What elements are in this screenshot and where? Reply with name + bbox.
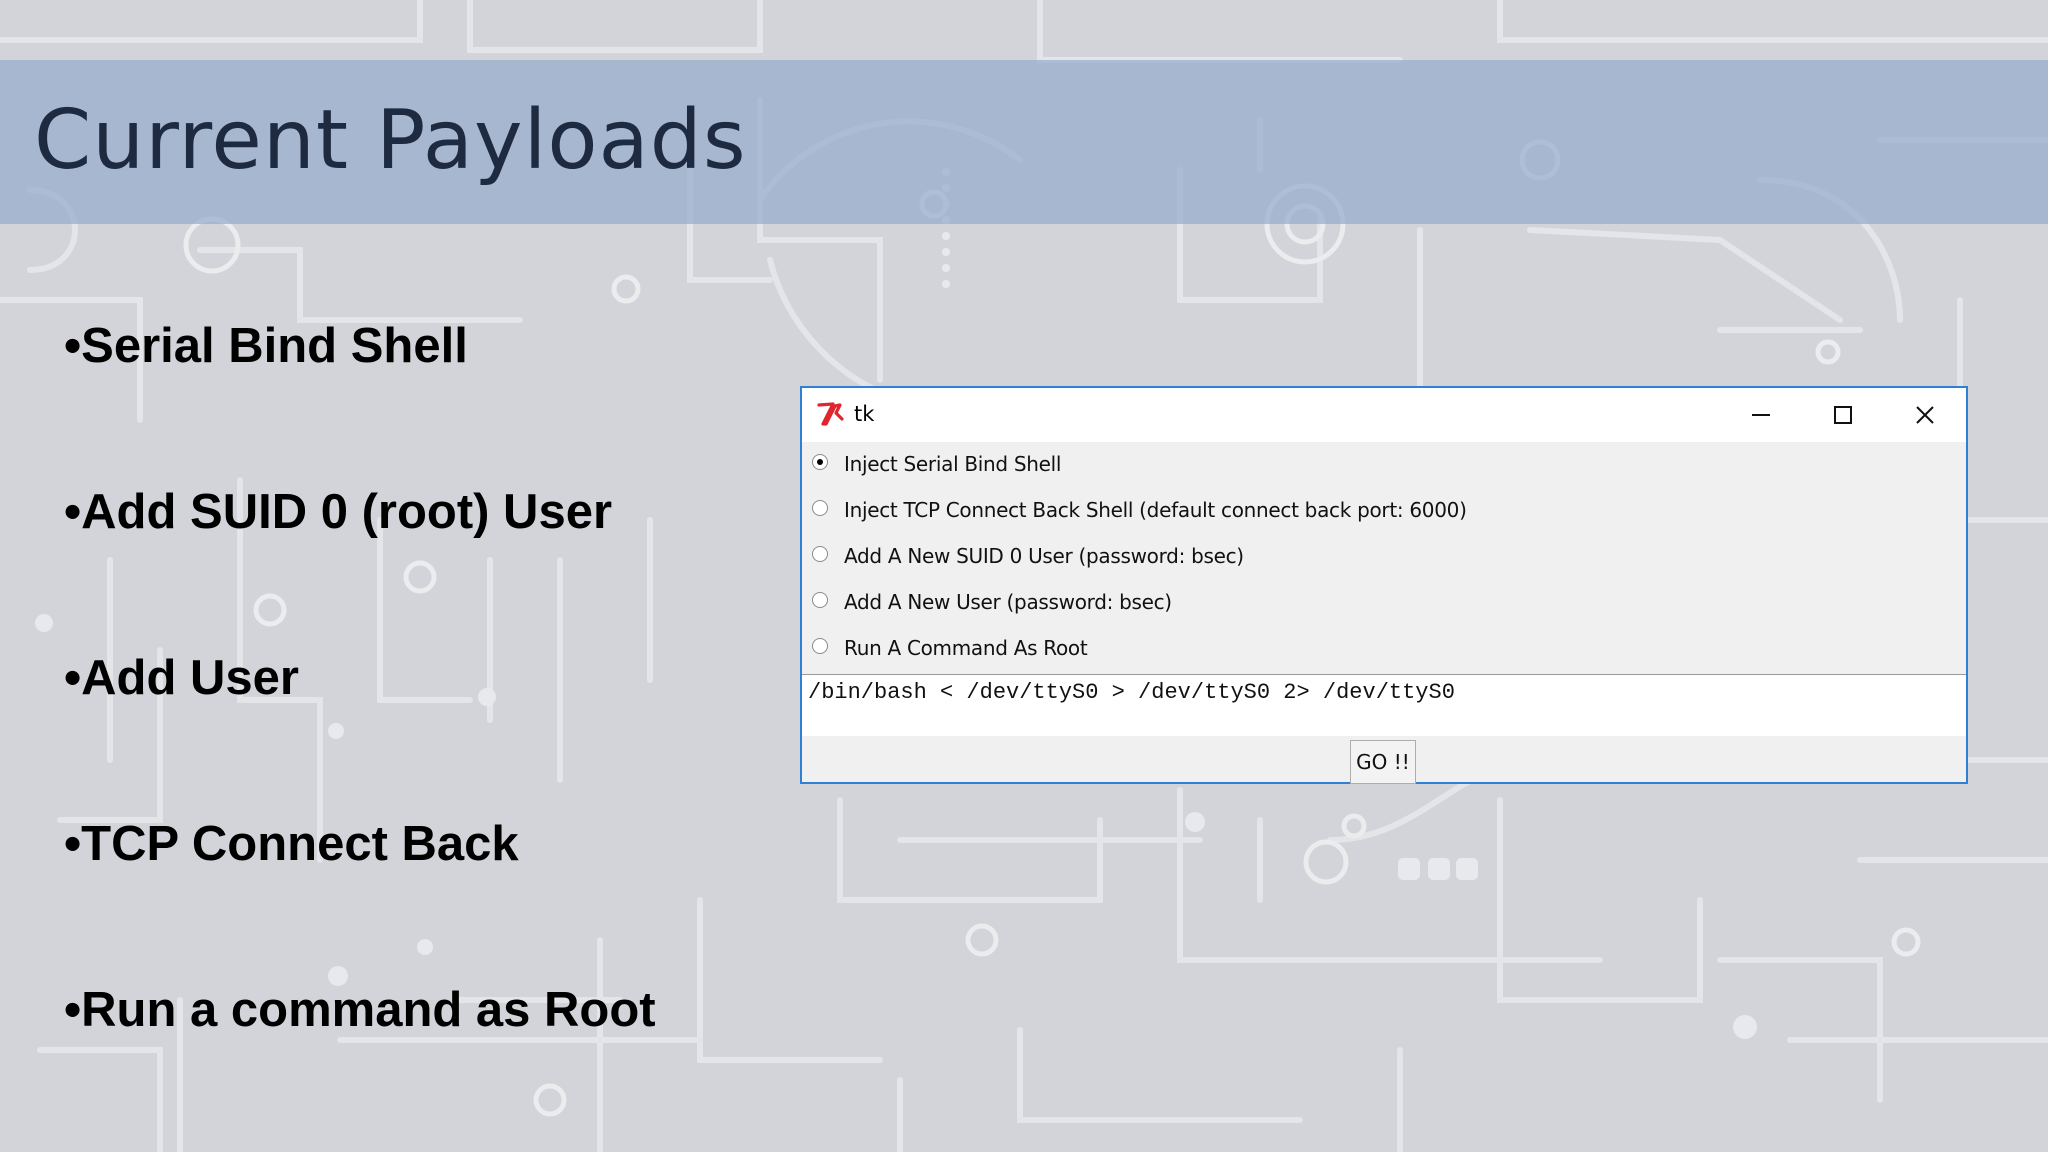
payload-options: Inject Serial Bind Shell Inject TCP Conn…: [802, 442, 1966, 672]
radio-button[interactable]: [812, 546, 828, 562]
window-titlebar[interactable]: tk: [802, 388, 1966, 442]
bullet-item: •Add User: [64, 651, 299, 705]
option-label: Add A New SUID 0 User (password: bsec): [844, 544, 1244, 568]
option-label: Run A Command As Root: [844, 636, 1088, 660]
maximize-button[interactable]: [1802, 388, 1884, 442]
bullet-item: •Serial Bind Shell: [64, 319, 468, 373]
bullet-item: •TCP Connect Back: [64, 817, 519, 871]
minimize-button[interactable]: [1720, 388, 1802, 442]
option-label: Add A New User (password: bsec): [844, 590, 1172, 614]
tk-feather-icon: [817, 402, 844, 426]
maximize-icon: [1834, 406, 1852, 424]
tk-window: tk Inject Serial Bind Shell Inject TCP C…: [800, 386, 1968, 784]
minimize-icon: [1752, 414, 1770, 416]
command-input[interactable]: /bin/bash < /dev/ttyS0 > /dev/ttyS0 2> /…: [802, 674, 1966, 736]
option-add-user[interactable]: Add A New User (password: bsec): [802, 580, 1966, 626]
option-add-suid-user[interactable]: Add A New SUID 0 User (password: bsec): [802, 534, 1966, 580]
radio-button[interactable]: [812, 454, 828, 470]
option-label: Inject TCP Connect Back Shell (default c…: [844, 498, 1467, 522]
radio-button[interactable]: [812, 638, 828, 654]
window-title: tk: [854, 402, 875, 426]
option-run-command-root[interactable]: Run A Command As Root: [802, 626, 1966, 672]
radio-button[interactable]: [812, 592, 828, 608]
close-button[interactable]: [1884, 388, 1966, 442]
bullet-list: •Serial Bind Shell •Add SUID 0 (root) Us…: [64, 310, 656, 1140]
go-button[interactable]: GO !!: [1350, 740, 1416, 784]
slide-title: Current Payloads: [34, 93, 747, 188]
radio-button[interactable]: [812, 500, 828, 516]
bullet-item: •Run a command as Root: [64, 983, 656, 1037]
close-icon: [1916, 406, 1934, 424]
option-tcp-connect-back[interactable]: Inject TCP Connect Back Shell (default c…: [802, 488, 1966, 534]
option-serial-bind-shell[interactable]: Inject Serial Bind Shell: [802, 442, 1966, 488]
bullet-item: •Add SUID 0 (root) User: [64, 485, 613, 539]
option-label: Inject Serial Bind Shell: [844, 452, 1062, 476]
